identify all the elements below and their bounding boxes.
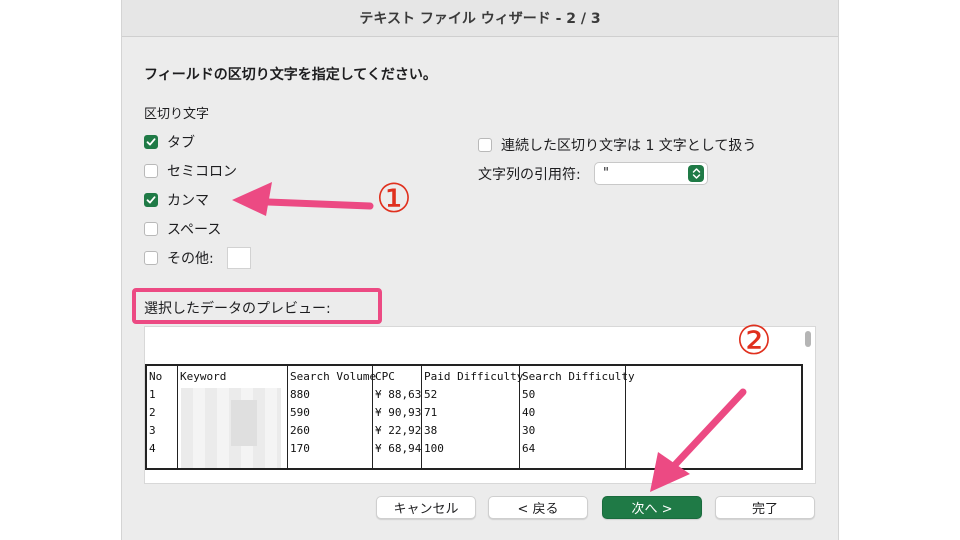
back-button[interactable]: < 戻る bbox=[488, 496, 588, 519]
table-cell: 50 bbox=[522, 388, 536, 401]
window-title-text: テキスト ファイル ウィザード - 2 / 3 bbox=[359, 11, 601, 27]
preview-table: No Keyword Search Volume CPC Paid Diffic… bbox=[145, 364, 803, 470]
checkbox-treat-consecutive[interactable]: 連続した区切り文字は 1 文字として扱う bbox=[478, 135, 756, 155]
chevron-up-down-icon[interactable] bbox=[688, 165, 704, 182]
finish-button[interactable]: 完了 bbox=[715, 496, 815, 519]
annotation-marker-1: ① bbox=[376, 176, 412, 222]
checkbox-other-box[interactable] bbox=[144, 251, 158, 265]
table-cell: ¥ 90,93 bbox=[375, 406, 422, 419]
table-cell: 40 bbox=[522, 406, 536, 419]
text-qualifier-label: 文字列の引用符: bbox=[478, 167, 581, 183]
other-delimiter-input[interactable] bbox=[226, 247, 251, 269]
table-cell: 4 bbox=[149, 442, 156, 455]
delimiters-group-label: 区切り文字 bbox=[144, 107, 210, 122]
table-cell: 64 bbox=[522, 442, 536, 455]
table-cell: ¥ 22,92 bbox=[375, 424, 422, 437]
checkbox-semicolon-box[interactable] bbox=[144, 164, 158, 178]
header-cell: Keyword bbox=[180, 370, 227, 383]
annotation-highlight-box bbox=[132, 288, 382, 324]
table-cell: 100 bbox=[424, 442, 444, 455]
table-cell: 3 bbox=[149, 424, 156, 437]
table-cell: 1 bbox=[149, 388, 156, 401]
table-cell: 2 bbox=[149, 406, 156, 419]
table-cell: 260 bbox=[290, 424, 310, 437]
header-cell: Search Volume bbox=[290, 370, 377, 383]
annotation-marker-2: ② bbox=[736, 318, 772, 364]
table-cell: ¥ 68,94 bbox=[375, 442, 422, 455]
instruction-text: フィールドの区切り文字を指定してください。 bbox=[144, 67, 437, 83]
checkbox-tab-label: タブ bbox=[167, 135, 195, 151]
checkbox-comma-box[interactable] bbox=[144, 193, 158, 207]
next-button[interactable]: 次へ > bbox=[602, 496, 702, 519]
column-divider bbox=[177, 366, 178, 468]
cancel-button[interactable]: キャンセル bbox=[376, 496, 476, 519]
text-qualifier-select[interactable]: " bbox=[594, 162, 708, 185]
text-qualifier-value: " bbox=[603, 166, 609, 181]
column-divider bbox=[287, 366, 288, 468]
header-cell: Search Difficulty bbox=[522, 370, 635, 383]
table-cell: 52 bbox=[424, 388, 438, 401]
table-cell: ¥ 88,63 bbox=[375, 388, 422, 401]
checkbox-other-label: その他: bbox=[167, 251, 214, 267]
table-cell: 590 bbox=[290, 406, 310, 419]
checkbox-space-box[interactable] bbox=[144, 222, 158, 236]
window-title: テキスト ファイル ウィザード - 2 / 3 bbox=[122, 0, 838, 37]
checkmark-icon bbox=[146, 196, 156, 204]
checkmark-icon bbox=[146, 138, 156, 146]
text-import-wizard-dialog: テキスト ファイル ウィザード - 2 / 3 フィールドの区切り文字を指定して… bbox=[122, 0, 838, 540]
table-cell: 38 bbox=[424, 424, 438, 437]
checkbox-tab[interactable]: タブ bbox=[144, 132, 195, 152]
header-cell: Paid Difficulty bbox=[424, 370, 524, 383]
checkbox-comma[interactable]: カンマ bbox=[144, 190, 209, 210]
table-cell: 71 bbox=[424, 406, 438, 419]
checkbox-semicolon[interactable]: セミコロン bbox=[144, 161, 237, 181]
preview-scrollbar[interactable] bbox=[805, 331, 811, 347]
checkbox-space-label: スペース bbox=[167, 222, 222, 238]
checkbox-other[interactable]: その他: bbox=[144, 247, 251, 269]
checkbox-treat-consecutive-label: 連続した区切り文字は 1 文字として扱う bbox=[501, 138, 757, 154]
table-cell: 30 bbox=[522, 424, 536, 437]
header-cell: CPC bbox=[375, 370, 395, 383]
table-cell: 170 bbox=[290, 442, 310, 455]
data-preview[interactable]: No Keyword Search Volume CPC Paid Diffic… bbox=[144, 326, 816, 484]
checkbox-comma-label: カンマ bbox=[167, 193, 209, 209]
redacted-keywords bbox=[181, 388, 281, 468]
checkbox-space[interactable]: スペース bbox=[144, 219, 221, 239]
checkbox-treat-consecutive-box[interactable] bbox=[478, 138, 492, 152]
table-cell: 880 bbox=[290, 388, 310, 401]
checkbox-semicolon-label: セミコロン bbox=[167, 164, 237, 180]
checkbox-tab-box[interactable] bbox=[144, 135, 158, 149]
header-cell: No bbox=[149, 370, 163, 383]
